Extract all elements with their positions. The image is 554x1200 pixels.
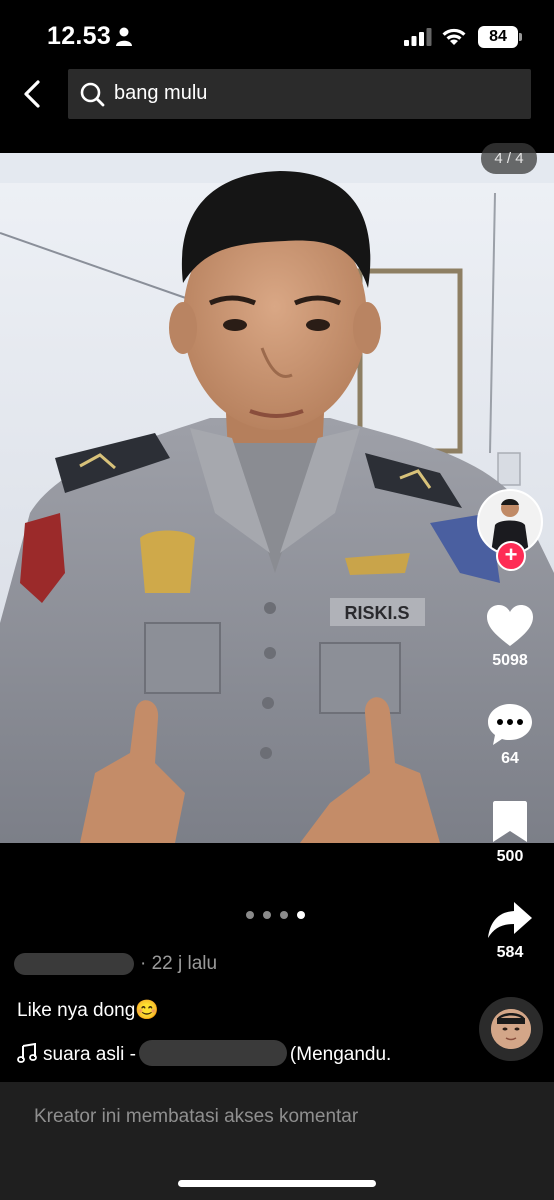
- music-disc-avatar: [491, 1009, 531, 1049]
- post-image[interactable]: RISKI.S: [0, 153, 554, 843]
- comments-restricted-notice: Kreator ini membatasi akses komentar: [34, 1106, 359, 1127]
- save-button[interactable]: 500: [477, 800, 543, 866]
- share-count: 584: [496, 944, 524, 961]
- comment-button[interactable]: 64: [477, 702, 543, 768]
- music-info[interactable]: suara asli - (Mengandu.: [17, 1040, 391, 1066]
- post-caption: Like nya dong😊: [17, 1000, 159, 1021]
- share-arrow-icon: [488, 902, 532, 938]
- pagination-dot: [263, 911, 271, 919]
- pagination-dot-active: [297, 911, 305, 919]
- comment-icon: [488, 704, 532, 745]
- heart-icon: [487, 605, 533, 646]
- share-button[interactable]: 584: [477, 900, 543, 962]
- bookmark-icon: [493, 801, 527, 842]
- music-disc[interactable]: [479, 997, 543, 1061]
- disc-avatar-image: [491, 1009, 531, 1049]
- music-note-icon: [17, 1043, 37, 1063]
- username-redacted[interactable]: [14, 953, 134, 975]
- home-indicator: [178, 1180, 376, 1187]
- chevron-left-icon: [24, 80, 40, 108]
- search-icon: [80, 82, 105, 107]
- save-count: 500: [496, 848, 524, 865]
- search-query: bang mulu: [114, 82, 208, 104]
- music-suffix: (Mengandu.: [289, 1044, 392, 1065]
- police-officer-photo: RISKI.S: [0, 153, 554, 843]
- person-icon: [116, 27, 132, 46]
- status-time: 12.53: [47, 22, 112, 50]
- signal-icon: [404, 28, 432, 46]
- image-counter: 4 / 4: [481, 143, 537, 174]
- music-author-redacted: [138, 1040, 287, 1066]
- comment-count: 64: [501, 750, 519, 767]
- like-button[interactable]: 5098: [477, 604, 543, 670]
- music-prefix: suara asli -: [43, 1044, 136, 1065]
- pagination-dot: [246, 911, 254, 919]
- wifi-icon: [442, 28, 466, 45]
- name-tag: RISKI.S: [344, 603, 409, 623]
- comments-bar: Kreator ini membatasi akses komentar: [0, 1082, 554, 1200]
- like-count: 5098: [492, 652, 528, 669]
- back-button[interactable]: [18, 76, 50, 112]
- follow-button[interactable]: +: [496, 541, 526, 571]
- status-bar: 12.53 84: [0, 0, 554, 64]
- pagination-dot: [280, 911, 288, 919]
- post-time: · 22 j lalu: [140, 953, 218, 974]
- search-input[interactable]: bang mulu: [68, 69, 531, 119]
- image-pagination: [246, 911, 310, 921]
- battery-icon: 84: [478, 26, 518, 48]
- battery-nub: [519, 33, 522, 41]
